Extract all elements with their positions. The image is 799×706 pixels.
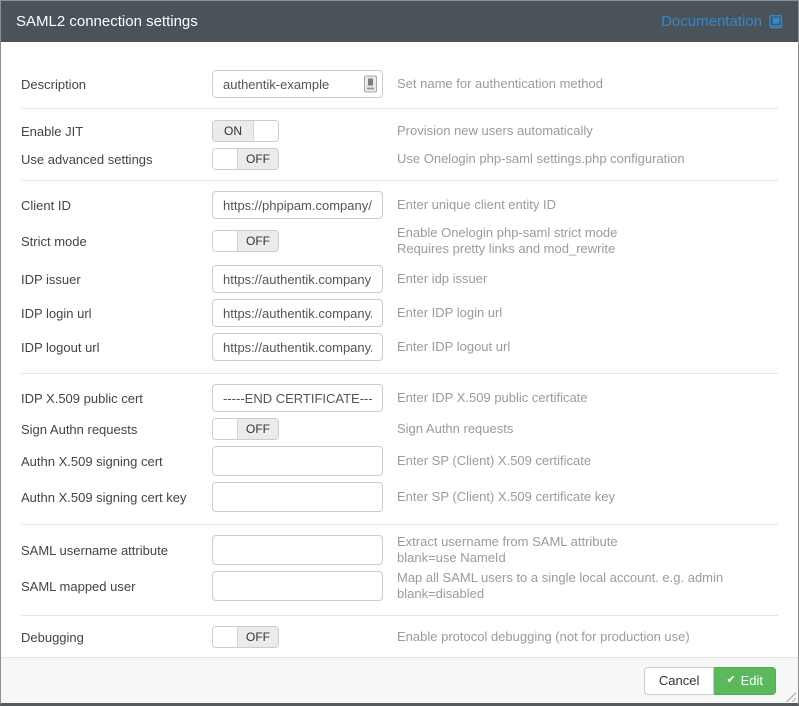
documentation-link[interactable]: Documentation [661, 13, 783, 30]
edit-button-label: Edit [741, 673, 763, 688]
cancel-button[interactable]: Cancel [644, 667, 714, 695]
strict-mode-toggle[interactable]: OFF [212, 230, 279, 252]
form-row-saml-mapped-user: SAML mapped user Map all SAML users to a… [1, 571, 798, 601]
field-help: Provision new users automatically [397, 123, 593, 139]
form-row-idp-logout-url: IDP logout url Enter IDP logout url [1, 333, 798, 361]
field-help: Enter IDP login url [397, 305, 502, 321]
field-label: Use advanced settings [1, 152, 212, 167]
client-id-input[interactable] [212, 191, 383, 219]
edit-button[interactable]: ✔ Edit [714, 667, 776, 695]
form-row-authn-cert-key: Authn X.509 signing cert key Enter SP (C… [1, 482, 798, 512]
saml2-settings-dialog: SAML2 connection settings Documentation … [0, 0, 799, 706]
field-label: Strict mode [1, 234, 212, 249]
toggle-state-label: OFF [237, 627, 278, 647]
form-row-idp-issuer: IDP issuer Enter idp issuer [1, 265, 798, 293]
form-row-debugging: Debugging OFF Enable protocol debugging … [1, 626, 798, 648]
field-label: Authn X.509 signing cert key [1, 490, 212, 505]
field-help: Use Onelogin php-saml settings.php confi… [397, 151, 685, 167]
field-help: Extract username from SAML attribute bla… [397, 534, 618, 566]
toggle-knob [213, 627, 237, 647]
field-label: Sign Authn requests [1, 422, 212, 437]
field-label: SAML mapped user [1, 579, 212, 594]
field-label: Debugging [1, 630, 212, 645]
dialog-body: Description Set name for authentication … [1, 42, 798, 670]
field-label: Authn X.509 signing cert [1, 454, 212, 469]
toggle-state-label: OFF [237, 149, 278, 169]
debugging-toggle[interactable]: OFF [212, 626, 279, 648]
field-help: Enter idp issuer [397, 271, 487, 287]
idp-logout-url-input[interactable] [212, 333, 383, 361]
field-label: IDP logout url [1, 340, 212, 355]
idp-public-cert-input[interactable] [212, 384, 383, 412]
toggle-state-label: OFF [237, 231, 278, 251]
authn-signing-cert-key-input[interactable] [212, 482, 383, 512]
field-help: Enable Onelogin php-saml strict mode Req… [397, 225, 617, 257]
field-label: Description [1, 77, 212, 92]
field-label: IDP issuer [1, 272, 212, 287]
field-help: Set name for authentication method [397, 76, 603, 92]
toggle-knob [213, 231, 237, 251]
saml-username-attribute-input[interactable] [212, 535, 383, 565]
advanced-settings-toggle[interactable]: OFF [212, 148, 279, 170]
form-row-client-id: Client ID Enter unique client entity ID [1, 191, 798, 219]
authn-signing-cert-input[interactable] [212, 446, 383, 476]
form-row-description: Description Set name for authentication … [1, 70, 798, 98]
dialog-header: SAML2 connection settings Documentation [1, 1, 798, 42]
check-icon: ✔ [726, 675, 735, 686]
field-label: Client ID [1, 198, 212, 213]
form-row-idp-cert: IDP X.509 public cert Enter IDP X.509 pu… [1, 384, 798, 412]
toggle-state-label: OFF [237, 419, 278, 439]
saml-mapped-user-input[interactable] [212, 571, 383, 601]
toggle-knob [213, 419, 237, 439]
field-label: IDP login url [1, 306, 212, 321]
field-label: IDP X.509 public cert [1, 391, 212, 406]
field-label: Enable JIT [1, 124, 212, 139]
idp-issuer-input[interactable] [212, 265, 383, 293]
form-row-sign-authn: Sign Authn requests OFF Sign Authn reque… [1, 418, 798, 440]
form-row-authn-cert: Authn X.509 signing cert Enter SP (Clien… [1, 446, 798, 476]
toggle-state-label: ON [213, 121, 254, 141]
form-row-saml-username-attr: SAML username attribute Extract username… [1, 535, 798, 565]
field-help: Sign Authn requests [397, 421, 513, 437]
field-help: Enter unique client entity ID [397, 197, 556, 213]
field-help: Enter IDP X.509 public certificate [397, 390, 588, 406]
enable-jit-toggle[interactable]: ON [212, 120, 279, 142]
field-help: Map all SAML users to a single local acc… [397, 570, 723, 602]
form-row-advanced-settings: Use advanced settings OFF Use Onelogin p… [1, 148, 798, 170]
sign-authn-toggle[interactable]: OFF [212, 418, 279, 440]
input-autofill-icon [364, 76, 377, 93]
field-help: Enter SP (Client) X.509 certificate [397, 453, 591, 469]
form-row-strict-mode: Strict mode OFF Enable Onelogin php-saml… [1, 223, 798, 259]
dialog-title: SAML2 connection settings [16, 13, 198, 30]
field-label: SAML username attribute [1, 543, 212, 558]
field-help: Enter SP (Client) X.509 certificate key [397, 489, 615, 505]
field-help: Enable protocol debugging (not for produ… [397, 629, 690, 645]
documentation-link-label: Documentation [661, 13, 762, 30]
toggle-knob [254, 121, 278, 141]
book-icon [768, 15, 783, 29]
form-row-idp-login-url: IDP login url Enter IDP login url [1, 299, 798, 327]
idp-login-url-input[interactable] [212, 299, 383, 327]
field-help: Enter IDP logout url [397, 339, 510, 355]
dialog-footer: Cancel ✔ Edit [1, 657, 798, 703]
description-input[interactable] [212, 70, 383, 98]
form-row-enable-jit: Enable JIT ON Provision new users automa… [1, 120, 798, 142]
toggle-knob [213, 149, 237, 169]
